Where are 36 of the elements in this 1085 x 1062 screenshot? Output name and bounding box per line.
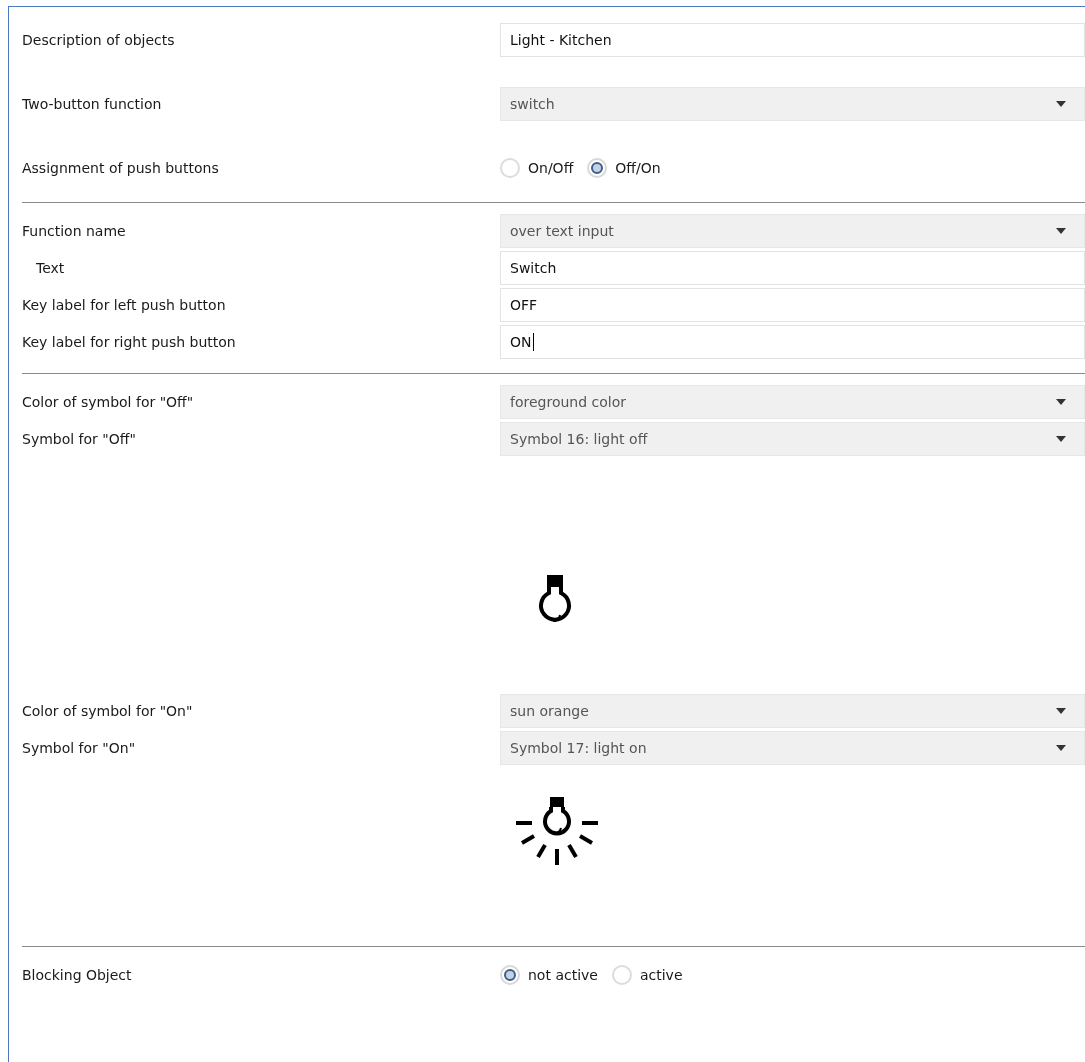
dropdown-arrow-icon [1056, 227, 1066, 234]
dropdown-arrow-icon [1056, 398, 1066, 405]
dropdown-arrow-icon [1056, 707, 1066, 714]
dropdown-arrow-icon [1056, 100, 1066, 107]
field-label: Description of objects [22, 31, 176, 48]
text-field[interactable]: ON [500, 324, 1085, 359]
dropdown[interactable]: Symbol 17: light on [500, 730, 1085, 765]
field-label: Key label for right push button [22, 333, 237, 350]
dropdown[interactable]: over text input [500, 213, 1085, 248]
text-field[interactable]: Light - Kitchen [500, 22, 1085, 57]
field-label: Color of symbol for "On" [22, 702, 194, 719]
field-label: Text [35, 259, 66, 276]
field-label: Key label for left push button [22, 296, 227, 313]
dropdown[interactable]: switch [500, 86, 1085, 121]
field-label: Symbol for "Off" [22, 430, 137, 447]
radio-label[interactable]: active [639, 966, 683, 983]
radio-label[interactable]: On/Off [528, 159, 574, 176]
field-label: Symbol for "On" [22, 739, 137, 756]
field-label: Two-button function [22, 95, 163, 112]
radio-button[interactable] [611, 964, 632, 985]
radio-button[interactable] [500, 157, 520, 178]
field-label: Assignment of push buttons [22, 159, 220, 176]
field-label: Color of symbol for "Off" [22, 393, 195, 410]
field-label: Function name [22, 222, 127, 239]
dropdown-arrow-icon [1056, 435, 1066, 442]
text-field[interactable]: OFF [500, 287, 1085, 322]
dropdown-arrow-icon [1056, 744, 1066, 751]
field-label: Blocking Object [22, 966, 133, 983]
radio-label[interactable]: not active [528, 966, 598, 983]
dropdown[interactable]: Symbol 16: light off [500, 421, 1085, 456]
dropdown[interactable]: sun orange [500, 693, 1085, 728]
radio-label[interactable]: Off/On [615, 159, 661, 176]
radio-button[interactable] [500, 964, 520, 985]
dropdown[interactable]: foreground color [500, 384, 1085, 419]
radio-button[interactable] [587, 157, 608, 178]
text-field[interactable]: Switch [500, 250, 1085, 285]
